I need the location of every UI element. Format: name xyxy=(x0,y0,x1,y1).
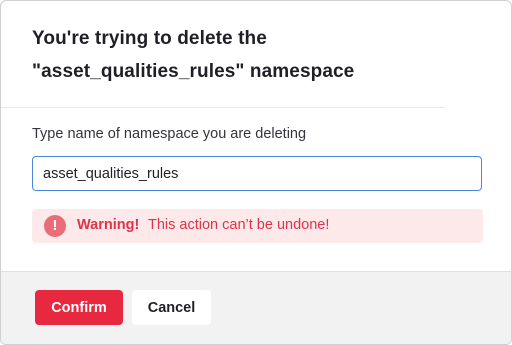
warning-title: Warning! xyxy=(77,217,140,233)
dialog-title-line-2: "asset_qualities_rules" namespace xyxy=(32,61,355,82)
confirm-button[interactable]: Confirm xyxy=(35,290,123,325)
namespace-name-label: Type name of namespace you are deleting xyxy=(32,126,307,142)
warning-banner: ! Warning! This action can’t be undone! xyxy=(32,209,483,243)
exclamation-icon: ! xyxy=(44,215,66,237)
dialog-title-line-1: You're trying to delete the xyxy=(32,28,267,49)
delete-namespace-dialog: You're trying to delete the "asset_quali… xyxy=(0,0,512,345)
warning-message: This action can’t be undone! xyxy=(148,217,330,233)
cancel-button[interactable]: Cancel xyxy=(132,290,211,325)
dialog-footer: Confirm Cancel xyxy=(1,271,511,344)
namespace-name-input[interactable] xyxy=(32,156,482,191)
dialog-header: You're trying to delete the "asset_quali… xyxy=(1,1,445,108)
